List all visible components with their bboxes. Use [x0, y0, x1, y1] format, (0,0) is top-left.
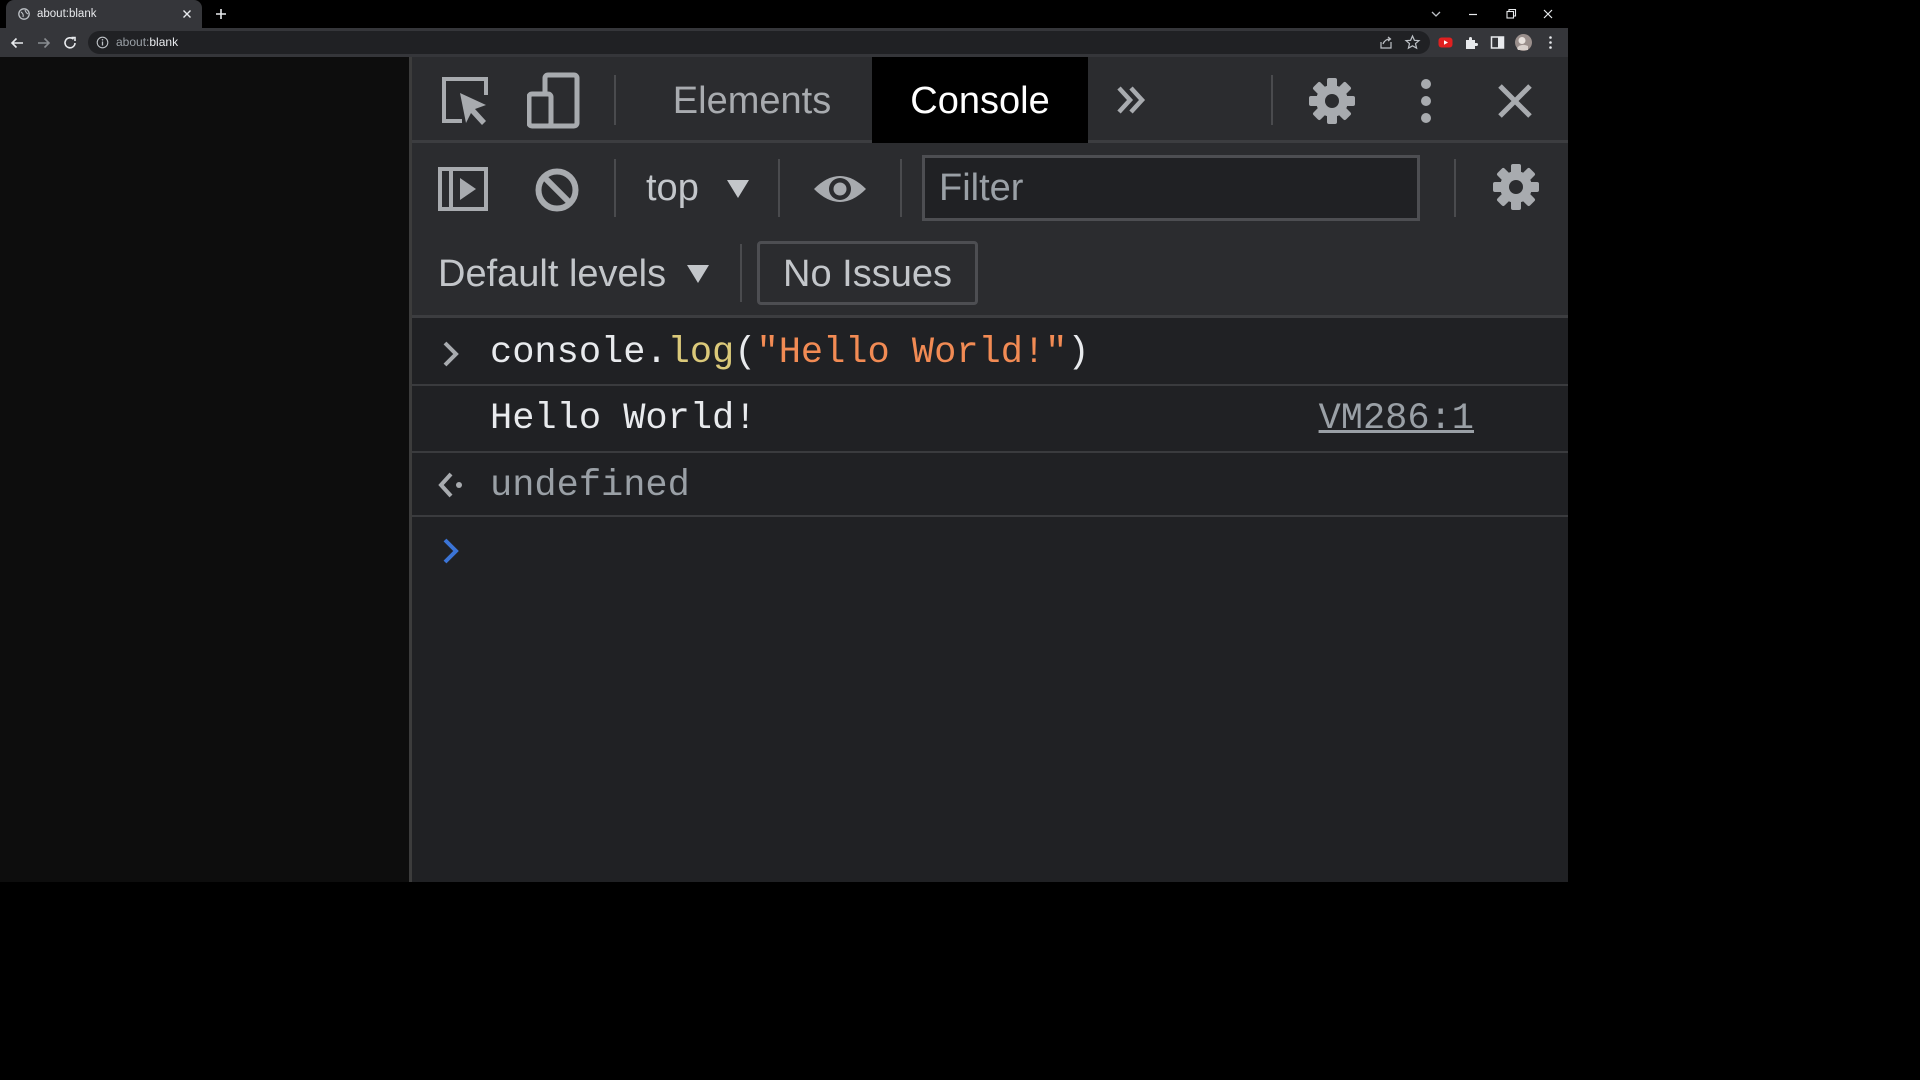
filter-field[interactable] [922, 155, 1420, 221]
log-levels-dropdown[interactable]: Default levels [438, 253, 666, 296]
console-prompt[interactable] [412, 517, 1568, 587]
close-tab-icon[interactable] [180, 7, 194, 21]
console-input-row: console.log("Hello World!") [412, 318, 1568, 386]
extensions-puzzle-icon[interactable] [1463, 34, 1480, 51]
url-text: about:blank [116, 35, 178, 49]
console-settings-gear-icon[interactable] [1492, 163, 1540, 211]
globe-icon [18, 8, 30, 20]
show-sidebar-icon[interactable] [438, 167, 488, 211]
separator [740, 244, 742, 302]
info-icon[interactable] [96, 36, 109, 49]
url-scheme: about: [116, 35, 150, 49]
result-arrow-icon [438, 472, 462, 498]
separator [778, 159, 780, 217]
console-result-row: undefined [412, 453, 1568, 517]
console-log-row: Hello World! VM286:1 [412, 386, 1568, 453]
inspect-element-icon[interactable] [440, 75, 492, 127]
more-options-icon[interactable] [1412, 77, 1440, 125]
chrome-menu-icon[interactable] [1542, 34, 1559, 51]
devtools-panel: Elements Console top Filter Default leve… [412, 57, 1568, 882]
console-command: console.log("Hello World!") [490, 332, 1090, 374]
prompt-chevron-icon [443, 538, 459, 564]
browser-tabstrip: about:blank [0, 0, 1568, 28]
close-devtools-icon[interactable] [1497, 83, 1533, 119]
more-tabs-chevron-icon[interactable] [1114, 83, 1148, 117]
forward-icon[interactable] [35, 34, 53, 52]
return-value: undefined [490, 465, 690, 507]
context-dropdown-icon[interactable] [726, 179, 750, 199]
console-toolbar: top Default lev [412, 143, 1568, 318]
tab-search-icon[interactable] [1426, 4, 1446, 24]
live-expression-eye-icon[interactable] [812, 169, 868, 209]
filter-input[interactable] [925, 158, 1417, 218]
separator [1271, 75, 1273, 125]
separator [1454, 159, 1456, 217]
back-icon[interactable] [8, 34, 26, 52]
star-icon[interactable] [1404, 34, 1421, 51]
separator [614, 75, 616, 125]
clear-console-icon[interactable] [534, 167, 580, 213]
separator [614, 159, 616, 217]
issues-button[interactable]: No Issues [757, 241, 978, 305]
browser-tab-title: about:blank [37, 8, 97, 20]
levels-dropdown-icon[interactable] [686, 264, 710, 284]
reload-icon[interactable] [61, 34, 79, 52]
settings-gear-icon[interactable] [1308, 77, 1356, 125]
page-viewport[interactable] [0, 57, 409, 882]
address-bar[interactable]: about:blank [88, 31, 1430, 54]
device-toolbar-icon[interactable] [527, 72, 581, 130]
input-chevron-icon [443, 341, 459, 367]
youtube-extension-icon[interactable] [1437, 34, 1454, 51]
url-path: blank [149, 35, 179, 49]
profile-avatar[interactable] [1514, 33, 1533, 52]
restore-icon[interactable] [1501, 4, 1521, 24]
share-icon[interactable] [1378, 34, 1395, 51]
side-panel-icon[interactable] [1489, 34, 1506, 51]
source-link[interactable]: VM286:1 [1319, 398, 1474, 440]
log-message: Hello World! [490, 398, 757, 440]
devtools-tabbar: Elements Console [412, 57, 1568, 143]
separator [900, 159, 902, 217]
tab-console[interactable]: Console [872, 57, 1088, 143]
tab-console-label: Console [910, 80, 1050, 122]
context-selector[interactable]: top [646, 167, 699, 210]
tab-elements[interactable]: Elements [652, 57, 852, 143]
browser-tab[interactable]: about:blank [6, 0, 202, 28]
browser-toolbar: about:blank [0, 28, 1568, 57]
close-window-icon[interactable] [1538, 4, 1558, 24]
minimize-icon[interactable] [1463, 4, 1483, 24]
new-tab-icon[interactable] [212, 5, 230, 23]
